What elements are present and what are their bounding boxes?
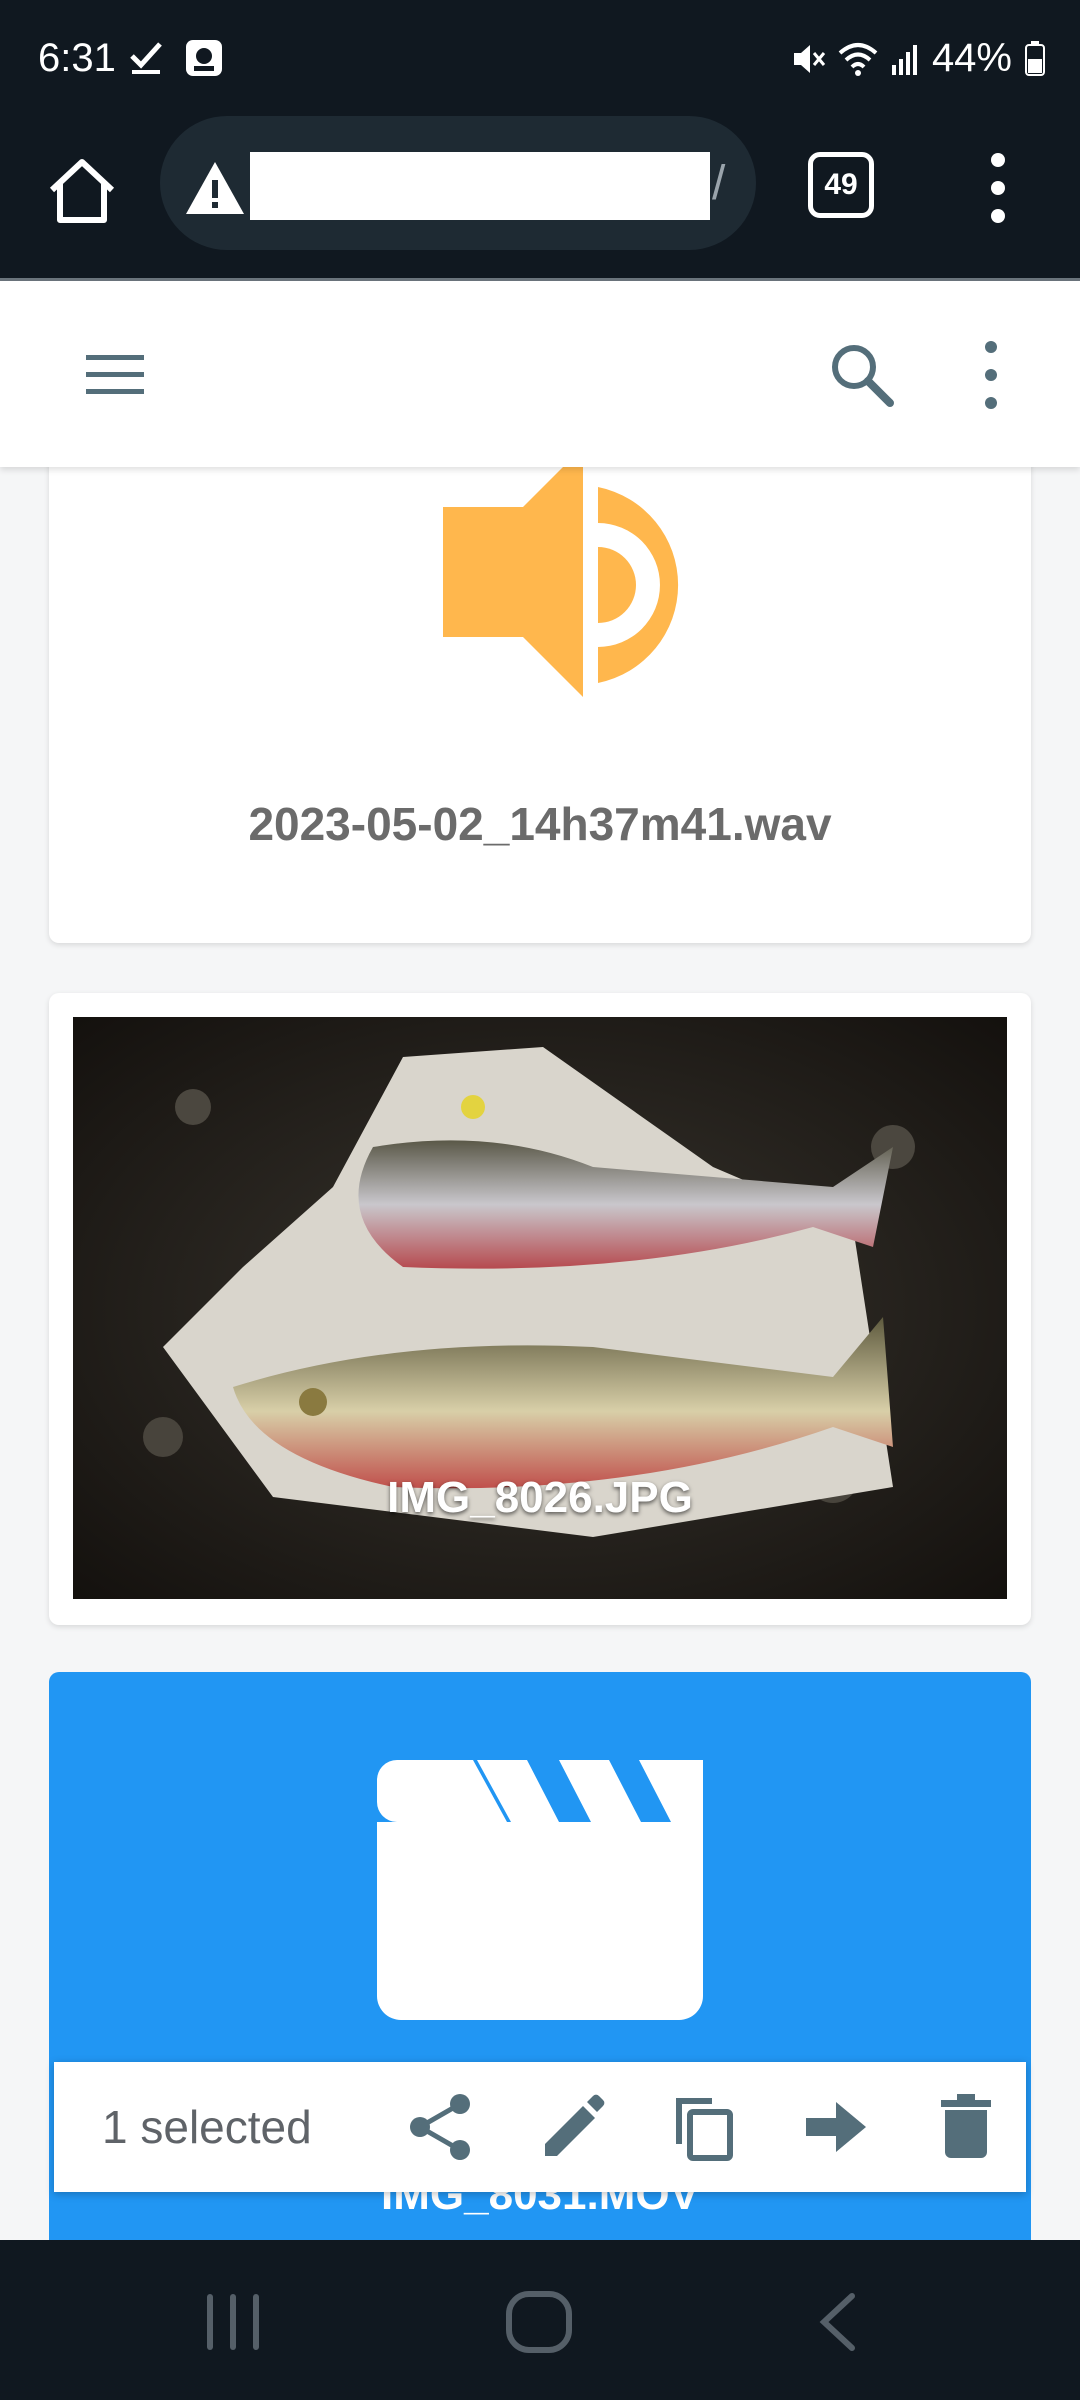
status-bar: 6:31 44%: [0, 0, 1080, 120]
status-left-icons: [128, 38, 224, 78]
file-card-audio[interactable]: 2023-05-02_14h37m41.wav: [49, 467, 1031, 943]
system-nav-bar: [0, 2240, 1080, 2400]
selected-count: 1 selected: [102, 2101, 312, 2153]
mute-icon: [793, 44, 826, 73]
file-card-image[interactable]: IMG_8026.JPG: [49, 993, 1031, 1625]
speaker-icon: [443, 467, 679, 697]
url-text[interactable]: [250, 152, 710, 220]
search-icon[interactable]: [826, 339, 896, 409]
file-name: IMG_8026.JPG: [387, 1473, 693, 1522]
overflow-menu-icon[interactable]: [976, 337, 1006, 413]
status-time: 6:31: [38, 36, 116, 80]
selection-action-bar: 1 selected: [54, 2062, 1026, 2192]
home-nav-icon[interactable]: [503, 2290, 575, 2354]
browser-menu-icon[interactable]: [978, 148, 1018, 228]
app-toolbar: [0, 281, 1080, 467]
home-icon[interactable]: [44, 152, 120, 228]
browser-toolbar: / 49: [0, 110, 1080, 281]
copy-icon[interactable]: [666, 2090, 740, 2164]
edit-icon[interactable]: [535, 2090, 609, 2164]
warning-icon[interactable]: [184, 160, 246, 216]
file-grid: 2023-05-02_14h37m41.wav IMG_8026.JPG IMG…: [0, 467, 1080, 2240]
battery-percent: 44%: [931, 36, 1012, 80]
signal-icon: [891, 44, 917, 75]
url-slash: /: [712, 157, 726, 210]
recent-apps-icon[interactable]: [203, 2290, 263, 2354]
share-icon[interactable]: [404, 2090, 478, 2164]
status-right: 44%: [790, 36, 1046, 81]
battery-icon: [1025, 40, 1045, 76]
clapperboard-icon: [377, 1760, 703, 2020]
tab-switcher-button[interactable]: 49: [808, 152, 874, 218]
address-bar[interactable]: /: [160, 116, 756, 250]
checkmark-icon: [130, 42, 162, 74]
camera-notification-icon: [186, 40, 222, 76]
file-name: 2023-05-02_14h37m41.wav: [248, 798, 832, 850]
delete-icon[interactable]: [929, 2090, 1003, 2164]
move-icon[interactable]: [798, 2090, 872, 2164]
back-icon[interactable]: [814, 2290, 860, 2354]
hamburger-menu-icon[interactable]: [84, 351, 146, 399]
wifi-icon: [838, 42, 878, 76]
